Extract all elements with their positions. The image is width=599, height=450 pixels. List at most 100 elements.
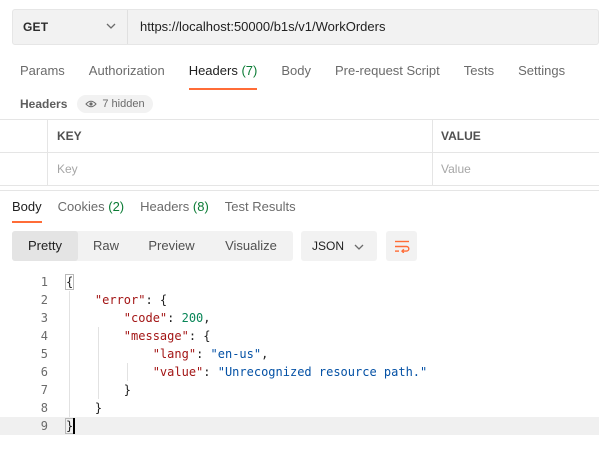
key-input[interactable]: Key: [57, 153, 78, 185]
code-line: 6 "value": "Unrecognized resource path.": [0, 363, 599, 381]
code-content: "value": "Unrecognized resource path.": [66, 363, 428, 381]
tab-label: Tests: [463, 63, 495, 78]
response-tab-cookies[interactable]: Cookies (2): [58, 199, 124, 223]
response-tab-headers[interactable]: Headers (8): [140, 199, 209, 223]
tab-label: Body: [281, 63, 311, 78]
json-punctuation: }: [66, 401, 103, 415]
json-key: "error": [94, 293, 146, 307]
tab-label: Cookies: [57, 199, 105, 214]
code-line: 4 "message": {: [0, 327, 599, 345]
tab-label: Body: [12, 199, 42, 214]
tab-params[interactable]: Params: [20, 62, 65, 90]
indent-guide: [126, 363, 128, 381]
table-header-row: KEY VALUE: [0, 120, 599, 153]
json-key: "message": [123, 329, 189, 343]
code-content: "message": {: [66, 327, 211, 345]
headers-section-title: Headers: [20, 97, 68, 111]
tab-label: Headers: [140, 199, 190, 214]
tab-label: Test Results: [224, 199, 296, 214]
tab-tests[interactable]: Tests: [464, 62, 494, 90]
json-punctuation: : {: [145, 293, 168, 307]
text-caret: [73, 418, 76, 434]
url-input[interactable]: https://localhost:50000/b1s/v1/WorkOrder…: [140, 10, 385, 44]
json-punctuation: ,: [261, 347, 269, 361]
json-punctuation: [66, 329, 124, 343]
view-mode-pretty[interactable]: Pretty: [12, 231, 78, 261]
row-gutter: [0, 153, 48, 186]
response-tab-body[interactable]: Body: [12, 199, 42, 223]
json-string: "Unrecognized resource path.": [217, 365, 428, 379]
code-line: 3 "code": 200,: [0, 309, 599, 327]
code-line: 2 "error": {: [0, 291, 599, 309]
line-number: 4: [40, 329, 48, 343]
code-content: "code": 200,: [66, 309, 211, 327]
view-mode-raw[interactable]: Raw: [78, 231, 134, 261]
request-tabs: Params Authorization Headers (7) Body Pre-re…: [20, 62, 589, 90]
code-line: 8 }: [0, 399, 599, 417]
value-input[interactable]: Value: [441, 153, 471, 185]
column-divider: [432, 153, 433, 186]
code-line: 7 }: [0, 381, 599, 399]
json-punctuation: [66, 347, 153, 361]
tab-count: (8): [192, 199, 209, 214]
line-number: 6: [40, 365, 48, 379]
view-mode-preview[interactable]: Preview: [134, 231, 209, 261]
column-divider: [432, 120, 433, 152]
method-label: GET: [23, 20, 49, 34]
tab-pre-request-script[interactable]: Pre-request Script: [335, 62, 440, 90]
table-row: Key Value: [0, 153, 599, 186]
tab-headers[interactable]: Headers (7): [188, 62, 257, 90]
json-number: 200: [181, 311, 204, 325]
json-punctuation: [66, 365, 153, 379]
json-punctuation: {: [64, 274, 75, 290]
line-number: 9: [40, 419, 48, 433]
pane-divider[interactable]: [0, 190, 599, 191]
tab-body[interactable]: Body: [281, 62, 311, 90]
eye-icon: [85, 100, 98, 108]
tab-label: Params: [20, 63, 65, 78]
json-punctuation: :: [203, 365, 218, 379]
tab-label: Authorization: [88, 63, 165, 78]
chevron-down-icon: [354, 244, 364, 250]
view-mode-visualize[interactable]: Visualize: [209, 231, 293, 261]
line-number: 8: [40, 401, 48, 415]
method-select[interactable]: GET: [13, 10, 128, 44]
tab-label: Pre-request Script: [334, 63, 440, 78]
request-url-bar: GET https://localhost:50000/b1s/v1/WorkO…: [12, 9, 599, 45]
code-line: 1{: [0, 273, 599, 291]
json-punctuation: [66, 293, 95, 307]
json-string: "en-us": [210, 347, 262, 361]
json-key: "code": [123, 311, 168, 325]
format-select[interactable]: JSON: [301, 231, 377, 261]
json-punctuation: :: [167, 311, 182, 325]
response-tab-test-results[interactable]: Test Results: [225, 199, 296, 223]
tab-authorization[interactable]: Authorization: [89, 62, 165, 90]
line-number: 7: [40, 383, 48, 397]
code-content: }: [64, 417, 75, 435]
value-column-header: VALUE: [441, 129, 481, 143]
tab-settings[interactable]: Settings: [518, 62, 565, 90]
indent-guide: [97, 327, 99, 399]
chevron-down-icon: [106, 23, 116, 29]
json-punctuation: : {: [188, 329, 211, 343]
json-key: "value": [152, 365, 204, 379]
json-punctuation: :: [196, 347, 211, 361]
code-line: 5 "lang": "en-us",: [0, 345, 599, 363]
tab-count: (2): [108, 199, 125, 214]
line-number: 1: [40, 275, 48, 289]
hidden-headers-label: 7 hidden: [102, 98, 145, 110]
wrap-lines-button[interactable]: [386, 231, 417, 261]
tab-label: Settings: [518, 63, 566, 78]
json-key: "lang": [152, 347, 197, 361]
headers-table: KEY VALUE Key Value: [0, 119, 599, 186]
code-content: {: [64, 273, 75, 291]
hidden-headers-toggle[interactable]: 7 hidden: [77, 95, 153, 113]
code-content: }: [66, 399, 102, 417]
code-content: "lang": "en-us",: [66, 345, 269, 363]
format-label: JSON: [312, 239, 345, 253]
json-punctuation: [66, 311, 124, 325]
row-gutter: [0, 120, 48, 152]
json-punctuation: ,: [203, 311, 211, 325]
code-line: 9}: [0, 417, 599, 435]
wrap-lines-icon: [394, 240, 409, 253]
